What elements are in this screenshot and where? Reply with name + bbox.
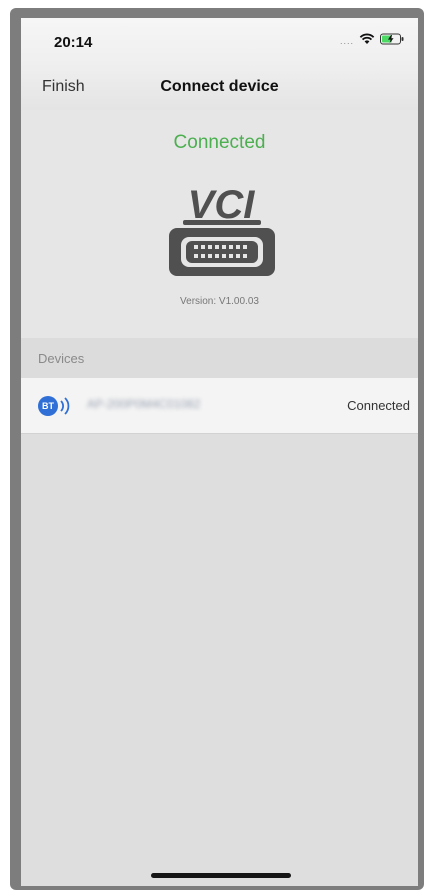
device-status: Connected [347, 398, 410, 413]
device-list-empty-area [21, 434, 418, 886]
battery-charging-icon [380, 32, 404, 50]
status-bar: 20:14 .... [21, 18, 418, 64]
status-time: 20:14 [54, 34, 93, 51]
connection-header: Connected VCI Version: V1.00.03 [21, 110, 418, 338]
devices-section-header: Devices [21, 338, 418, 378]
devices-section-title: Devices [38, 351, 85, 366]
bluetooth-icon: BT [38, 396, 58, 416]
signal-icon: .... [339, 36, 354, 46]
page-title: Connect device [160, 78, 279, 95]
device-list-item[interactable]: BT AP-200P0M4C01082 Connected [21, 378, 418, 434]
connection-status: Connected [173, 132, 266, 153]
wifi-icon [359, 32, 375, 50]
firmware-version: Version: V1.00.03 [180, 296, 259, 307]
app-screen: 20:14 .... Finish Connect device Connect… [21, 18, 418, 886]
signal-waves-icon [59, 396, 73, 421]
navigation-bar: Finish Connect device [21, 64, 418, 111]
device-name: AP-200P0M4C01082 [87, 397, 201, 411]
vci-logo: VCI [163, 182, 281, 282]
home-indicator[interactable] [151, 873, 291, 878]
status-icons: .... [340, 33, 404, 49]
